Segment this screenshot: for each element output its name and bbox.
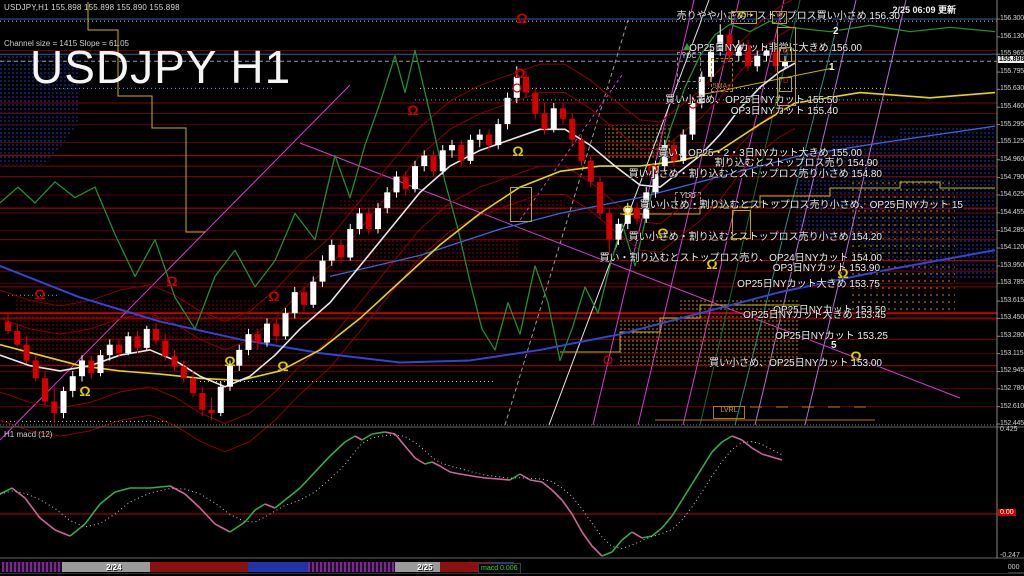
marker-box-ydc: YDC [677,52,701,82]
marker-box-5ma: 5MA+ [711,58,733,92]
macd-panel-label: H1 macd (12) [4,430,52,439]
session-segment [248,562,308,572]
price-tick: 152.780 [1000,385,1024,392]
trade-annotation: 買い小さめ・割り込むとストップロス売り小さめ 154.20 [629,228,882,243]
price-tick: 152.610 [1000,403,1024,410]
session-segment [308,562,395,572]
trade-annotation: OP25日NYカット非常に大きめ 156.00 [689,39,862,54]
price-tick: 154.625 [1000,191,1024,198]
price-tick: 153.785 [1000,279,1024,286]
macd-indicator [0,432,997,556]
svg-text:Ω: Ω [268,288,279,304]
trade-annotation: 買い小さめ、OP25日NYカット 153.00 [709,354,882,369]
macd-scale-label: -0.247 [1000,552,1020,559]
svg-text:Ω: Ω [516,10,527,26]
price-tick: 153.950 [1000,262,1024,269]
price-tick: 153.450 [1000,314,1024,321]
marker-box-ydo: YDO [675,192,701,209]
price-tick: 155.795 [1000,68,1024,75]
session-segment [150,562,248,572]
date-label: 2/25 [417,563,433,572]
highlight-rectangle [510,187,532,222]
marker-box-w: W [772,11,787,24]
current-price-badge: 155.898 [998,56,1024,63]
svg-text:Ω: Ω [277,358,288,374]
price-tick: 154.960 [1000,156,1024,163]
indicator-status-label: macd 0.006 [478,563,521,574]
price-tick: 153.115 [1000,350,1024,357]
date-label: 2/24 [106,563,122,572]
trade-annotation: 買い小さめ・割り込むとストップロス売り小さめ 154.80 [629,165,882,180]
svg-text:Ω: Ω [514,65,525,81]
trade-annotation: OP3日NYカット 153.90 [773,259,880,274]
price-tick: 154.790 [1000,174,1024,181]
price-tick: 156.130 [1000,33,1024,40]
svg-text:Ω: Ω [79,383,90,399]
session-segment [2,562,62,572]
price-tick: 155.630 [1000,85,1024,92]
svg-text:Ω: Ω [166,273,177,289]
macd-zero-badge: 0.00 [998,509,1016,516]
svg-text:Ω: Ω [34,286,45,302]
svg-text:Ω: Ω [622,202,633,218]
trade-annotation: OP25日NYカット大きめ 153.45 [743,306,886,321]
price-tick: 156.300 [1000,15,1024,22]
price-tick: 154.285 [1000,227,1024,234]
trendline-number-5: 5 [831,340,837,351]
price-tick: 155.460 [1000,103,1024,110]
svg-text:Ω: Ω [512,143,523,159]
trading-chart-window: ΩΩΩΩΩΩΩΩΩΩΩΩΩΩΩΩ USDJPY,H1 155.898 155.8… [0,0,1024,576]
highlight-rectangle [732,210,751,239]
svg-text:Ω: Ω [407,102,418,118]
trade-annotation: OP25日NYカット大きめ 153.75 [737,275,880,290]
trendline-number-2: 2 [833,26,839,37]
trendline-number-1: 1 [829,62,835,73]
update-timestamp: 2/25 06:09 更新 [892,3,956,16]
macd-scale-label: 0.425 [1000,426,1018,433]
price-tick: 154.455 [1000,209,1024,216]
price-tick: 152.945 [1000,367,1024,374]
marker-box-ydh: YDH [731,11,757,24]
symbol-watermark: USDJPY H1 [30,40,291,94]
symbol-info: USDJPY,H1 155.898 155.898 155.890 155.89… [4,3,180,12]
price-tick: 154.120 [1000,244,1024,251]
trade-annotation: 売りやや小さめ・ストップロス買い小さめ 156.30 [677,7,900,22]
highlight-rectangle [777,27,796,106]
price-tick: 155.125 [1000,138,1024,145]
price-tick: 155.295 [1000,121,1024,128]
price-tick: 153.280 [1000,332,1024,339]
price-tick: 153.615 [1000,297,1024,304]
svg-text:Ω: Ω [224,353,235,369]
marker-box-lvrl: LVRL [713,406,745,419]
